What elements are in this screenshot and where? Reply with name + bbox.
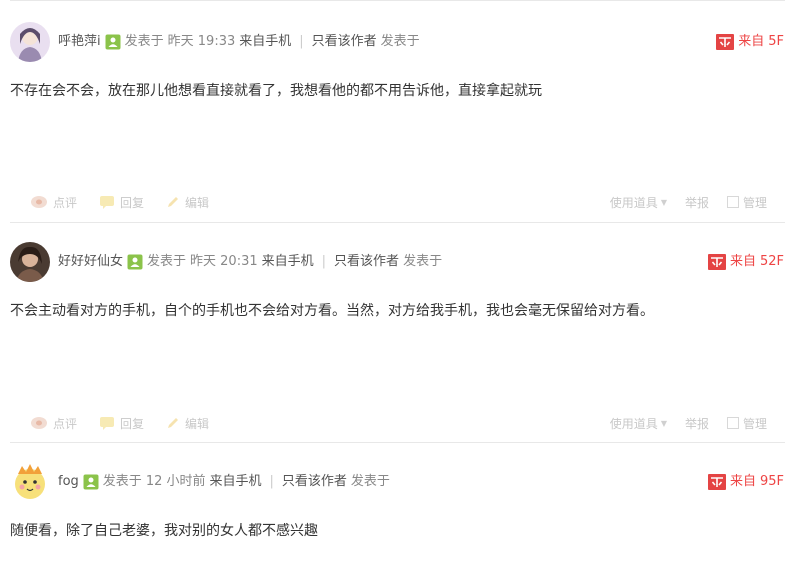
- report-button[interactable]: 举报: [685, 194, 709, 211]
- user-level-icon: [83, 474, 99, 490]
- posted-label: 发表于: [147, 254, 187, 269]
- user-level-icon: [105, 34, 121, 50]
- only-author-link[interactable]: 只看该作者: [334, 252, 399, 272]
- post-time: 昨天 20:31: [190, 254, 258, 269]
- checkbox-icon[interactable]: [726, 417, 739, 429]
- checkbox-icon[interactable]: [726, 196, 739, 208]
- mobile-floor-icon: [707, 474, 726, 490]
- user-level-icon: [127, 254, 143, 270]
- username[interactable]: fog: [58, 472, 79, 492]
- reply-icon: [100, 417, 115, 430]
- username[interactable]: 呼艳萍i: [58, 32, 101, 52]
- floor-prefix: 来自: [729, 474, 756, 489]
- post-time: 昨天 19:33: [167, 34, 236, 49]
- avatar[interactable]: [10, 462, 50, 502]
- reply-button[interactable]: 回复: [99, 194, 144, 211]
- comment-icon: [31, 196, 47, 208]
- post-actions: 点评 回复 编辑: [30, 414, 231, 432]
- mobile-floor-icon: [716, 34, 735, 50]
- post-meta: fog 发表于 12 小时前 来自手机 | 只看该作者 发表于: [58, 472, 390, 492]
- posted-label-2: 发表于: [380, 34, 420, 49]
- avatar[interactable]: [10, 242, 50, 282]
- floor-number[interactable]: 来自 52F: [707, 252, 784, 272]
- meta-separator: |: [321, 254, 327, 269]
- edit-icon: [168, 418, 179, 428]
- comment-button[interactable]: 点评: [30, 194, 77, 211]
- post-tools: 使用道具 ▼ 举报 管理: [592, 193, 767, 211]
- post-content: 不存在会不会，放在那儿他想看直接就看了，我想看他的都不用告诉他，直接拿起就玩: [10, 83, 542, 99]
- use-item-dropdown[interactable]: 使用道具 ▼: [610, 194, 667, 211]
- floor-label: 95F: [759, 474, 784, 489]
- avatar[interactable]: [10, 22, 50, 62]
- top-divider: [10, 0, 785, 1]
- floor-number[interactable]: 来自 5F: [716, 32, 784, 52]
- post-source: 来自手机: [239, 34, 292, 49]
- edit-button[interactable]: 编辑: [166, 194, 209, 211]
- post-content: 随便看，除了自己老婆，我对别的女人都不感兴趣: [10, 523, 318, 539]
- edit-icon: [168, 197, 179, 207]
- meta-separator: |: [299, 34, 304, 49]
- post-source: 来自手机: [209, 474, 262, 489]
- reply-button[interactable]: 回复: [99, 415, 144, 432]
- comment-icon: [31, 417, 47, 429]
- report-button[interactable]: 举报: [685, 415, 709, 432]
- post-tools: 使用道具 ▼ 举报 管理: [592, 414, 767, 432]
- only-author-link[interactable]: 只看该作者: [312, 32, 377, 52]
- posted-label-2: 发表于: [350, 474, 390, 489]
- edit-button[interactable]: 编辑: [166, 415, 209, 432]
- posted-label-2: 发表于: [403, 254, 443, 269]
- meta-separator: |: [269, 474, 274, 489]
- username[interactable]: 好好好仙女: [58, 252, 123, 272]
- post-source: 来自手机: [261, 254, 314, 269]
- use-item-dropdown[interactable]: 使用道具 ▼: [610, 415, 667, 432]
- comment-button[interactable]: 点评: [30, 415, 77, 432]
- posted-label: 发表于: [124, 34, 164, 49]
- post-divider: [10, 442, 785, 443]
- post-content: 不会主动看对方的手机，自个的手机也不会给对方看。当然，对方给我手机，我也会毫无保…: [10, 303, 654, 319]
- post-meta: 呼艳萍i 发表于 昨天 19:33 来自手机 | 只看该作者 发表于: [58, 32, 420, 52]
- only-author-link[interactable]: 只看该作者: [282, 472, 347, 492]
- chevron-down-icon: ▼: [660, 197, 667, 207]
- reply-icon: [100, 196, 115, 209]
- floor-label: 5F: [768, 34, 784, 49]
- chevron-down-icon: ▼: [660, 418, 667, 428]
- floor-prefix: 来自: [738, 34, 765, 49]
- post-meta: 好好好仙女 发表于 昨天 20:31 来自手机 | 只看该作者 发表于: [58, 252, 442, 272]
- posted-label: 发表于: [102, 474, 142, 489]
- post-divider: [10, 222, 785, 223]
- floor-number[interactable]: 来自 95F: [707, 472, 784, 492]
- floor-prefix: 来自: [729, 254, 756, 269]
- mobile-floor-icon: [707, 254, 726, 270]
- post-actions: 点评 回复 编辑: [30, 193, 231, 211]
- post-time: 12 小时前: [145, 474, 206, 489]
- floor-label: 52F: [759, 254, 784, 269]
- manage-checkbox[interactable]: 管理: [726, 194, 767, 211]
- manage-checkbox[interactable]: 管理: [726, 415, 767, 432]
